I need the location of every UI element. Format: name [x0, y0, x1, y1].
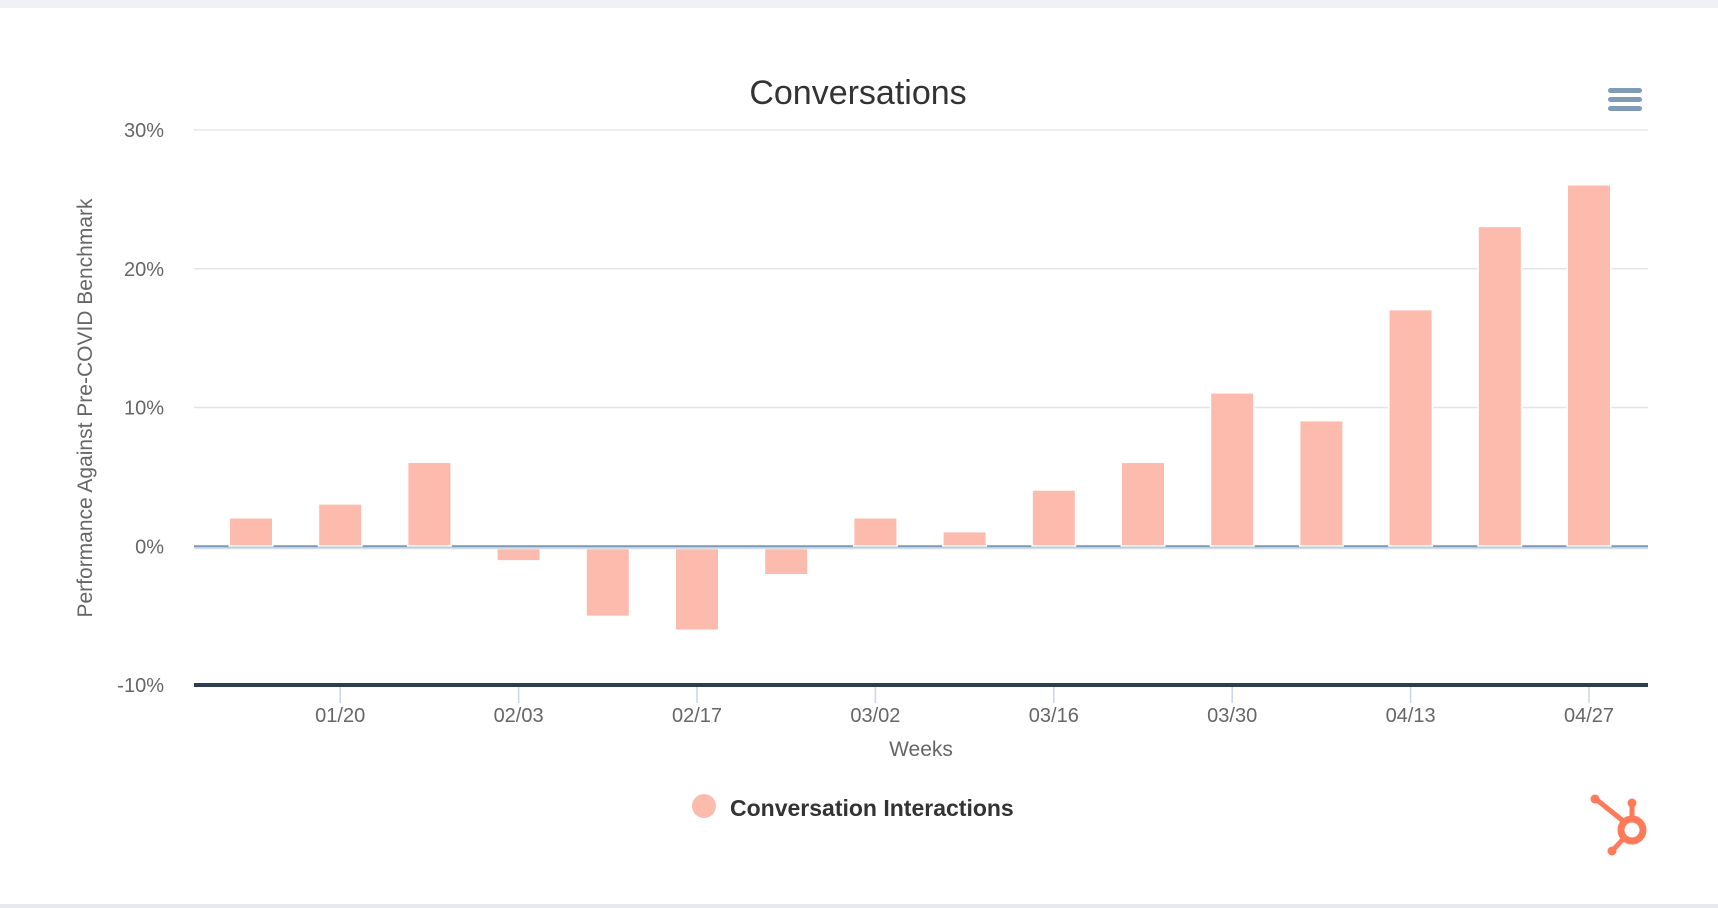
bar: [230, 518, 272, 546]
legend-item[interactable]: Conversation Interactions: [692, 794, 1014, 821]
bar: [1211, 393, 1254, 546]
bar: [408, 463, 451, 546]
y-tick-label: 20%: [124, 259, 164, 281]
bar: [1568, 185, 1610, 546]
y-tick-label: 10%: [124, 398, 164, 420]
bar: [497, 549, 540, 561]
y-axis-ticks: 30% 20% 10% 0% -10%: [117, 120, 164, 697]
x-axis-ticks: 01/20 02/03 02/17 03/02 03/16 03/30 04/13 04/27: [315, 687, 1614, 727]
bar: [676, 549, 718, 630]
x-tick-label: 02/17: [672, 705, 722, 727]
x-tick-label: 03/02: [850, 705, 900, 727]
legend-marker: [692, 794, 716, 818]
bar: [854, 518, 897, 546]
y-tick-label: 0%: [135, 536, 164, 558]
bar: [319, 504, 362, 546]
bar: [943, 532, 986, 546]
bar: [765, 549, 808, 574]
bar: [586, 549, 629, 616]
x-tick-label: 03/16: [1029, 705, 1079, 727]
y-axis-label: Performance Against Pre-COVID Benchmark: [74, 198, 97, 617]
x-tick-label: 04/13: [1386, 705, 1436, 727]
bar: [1122, 463, 1164, 546]
bar: [1032, 490, 1075, 546]
bar: [1300, 421, 1343, 546]
bar-chart: Conversations 30% 20% 10% 0% -10% 01/20 02/03…: [74, 74, 1648, 856]
bar: [1478, 227, 1521, 546]
x-tick-label: 04/27: [1564, 705, 1614, 727]
hubspot-logo-icon: [1590, 794, 1647, 856]
legend-label: Conversation Interactions: [730, 795, 1014, 821]
y-tick-label: 30%: [124, 120, 164, 142]
y-tick-label: -10%: [117, 675, 164, 697]
x-tick-label: 01/20: [315, 705, 365, 727]
x-tick-label: 03/30: [1207, 705, 1257, 727]
hamburger-menu-icon[interactable]: [1608, 88, 1642, 111]
chart-title: Conversations: [749, 74, 966, 112]
bar: [1389, 310, 1432, 546]
x-tick-label: 02/03: [494, 705, 544, 727]
x-axis-label: Weeks: [889, 738, 953, 761]
